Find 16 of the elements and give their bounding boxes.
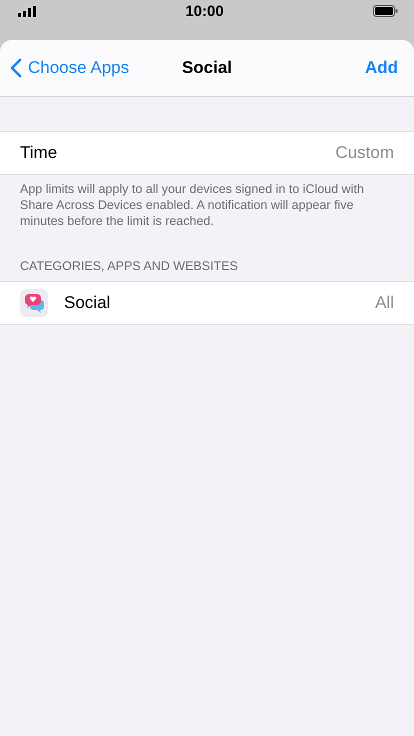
back-button[interactable]: Choose Apps	[10, 58, 130, 78]
battery-icon	[373, 5, 398, 17]
chevron-left-icon	[10, 58, 22, 78]
time-value: Custom	[335, 143, 394, 163]
time-label: Time	[20, 143, 58, 163]
signal-icon	[18, 6, 36, 16]
page-title: Social	[182, 58, 232, 78]
time-row[interactable]: Time Custom	[0, 132, 414, 174]
status-time: 10:00	[185, 2, 224, 20]
category-value: All	[375, 293, 394, 313]
chat-bubbles-icon	[20, 289, 48, 317]
footer-note: App limits will apply to all your devices signed in to iCloud with Share Across Devices enabled. A notification will appear five minutes before the limit is reached.	[19, 181, 365, 229]
section-header: CATEGORIES, APPS AND WEBSITES	[19, 259, 239, 275]
add-button[interactable]: Add	[364, 58, 398, 78]
category-label: Social	[64, 293, 112, 313]
category-row[interactable]: Social All	[0, 282, 414, 324]
